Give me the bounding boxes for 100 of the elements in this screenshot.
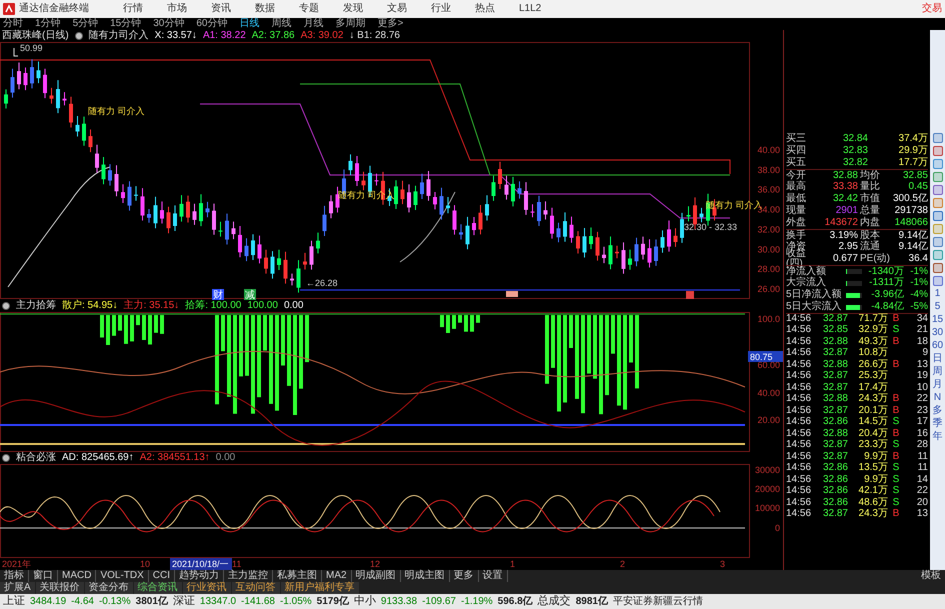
trade-side: S — [892, 474, 900, 485]
tick-volume: 20.4万 — [858, 428, 888, 439]
quote-value: 0.677 — [832, 254, 858, 264]
extension-tab[interactable]: 行业资讯 — [182, 582, 231, 594]
quote-value: 148066 — [894, 218, 928, 228]
period-button[interactable]: 日 — [932, 354, 942, 364]
index-percent: -0.13% — [98, 596, 131, 606]
stock-title: 西藏珠峰(日线) — [2, 31, 69, 41]
menu-item[interactable]: 热点 — [475, 4, 495, 14]
histogram-bar — [569, 315, 573, 348]
extension-tab[interactable]: 扩展A — [0, 582, 35, 594]
period-button[interactable]: 月 — [932, 380, 942, 390]
index-value: 3484.19 — [30, 596, 66, 606]
period-tab[interactable]: 分时 — [3, 19, 23, 29]
period-button[interactable]: 5 — [934, 302, 940, 312]
period-tab[interactable]: 5分钟 — [72, 19, 98, 29]
quote-value: -5% — [909, 302, 928, 312]
extension-tab[interactable]: 综合资讯 — [134, 582, 182, 594]
extension-tab[interactable]: 互动问答 — [232, 582, 280, 594]
date-label: 2021年 — [2, 559, 32, 569]
index-change: -4.64 — [71, 596, 94, 606]
quote-value: 32.83 — [842, 146, 868, 156]
period-tab[interactable]: 60分钟 — [196, 19, 228, 29]
histogram-bar — [148, 315, 152, 344]
quote-value: 32.85 — [902, 170, 928, 180]
menu-item[interactable]: 市场 — [167, 4, 187, 14]
period-button[interactable]: N — [934, 393, 942, 403]
tick-count: 22 — [916, 394, 928, 404]
tick-price: 32.87 — [822, 371, 848, 382]
price-label: ←26.28 — [306, 278, 338, 288]
period-tab[interactable]: 1分钟 — [35, 19, 61, 29]
period-button[interactable]: 季 — [932, 419, 942, 429]
settings-icon[interactable] — [74, 32, 83, 40]
tick-volume: 17.4万 — [858, 382, 888, 393]
quote-value: 2901 — [834, 206, 858, 216]
tick-count: 28 — [916, 440, 928, 450]
menu-item[interactable]: 专题 — [299, 4, 319, 14]
tick-count: 21 — [916, 325, 928, 336]
quote-value: -4% — [909, 290, 928, 300]
tick-time: 14:56 — [786, 498, 812, 508]
tick-price: 32.87 — [822, 314, 848, 324]
period-tab[interactable]: 30分钟 — [153, 19, 184, 29]
menu-item[interactable]: 发现 — [343, 4, 363, 14]
settings-icon[interactable] — [2, 454, 10, 462]
curve-line — [400, 192, 456, 262]
axis-label: 40.00 — [757, 388, 780, 398]
histogram-bar — [305, 315, 309, 362]
period-tab[interactable]: 周线 — [272, 19, 292, 29]
tick-time: 14:56 — [786, 394, 812, 404]
period-button[interactable]: 60 — [932, 341, 944, 351]
menu-item[interactable]: 行业 — [431, 4, 451, 14]
date-label: 3 — [720, 559, 726, 569]
axis-label: 20.00 — [757, 415, 780, 425]
tick-count: 23 — [916, 406, 928, 416]
period-tab[interactable]: 15分钟 — [110, 19, 142, 29]
indicator-reading: X: 33.57↓ — [154, 31, 197, 41]
extension-tab[interactable]: 资金分布 — [84, 582, 133, 594]
quote-value: 0.45 — [908, 182, 928, 192]
histogram-bar — [154, 315, 158, 333]
period-button[interactable]: 1 — [934, 289, 940, 299]
quote-label: 外盘 — [786, 218, 807, 228]
extension-tab[interactable]: 新用户福利专享 — [280, 582, 359, 594]
menu-item[interactable]: L1L2 — [519, 4, 542, 14]
price-label: 50.99 — [20, 43, 43, 53]
period-button[interactable]: 15 — [932, 315, 944, 325]
period-button[interactable]: 多 — [932, 406, 942, 416]
template-button[interactable]: 模板 — [917, 571, 945, 581]
period-tab[interactable]: 月线 — [304, 19, 324, 29]
indicator-reading: 0.00 — [284, 301, 304, 311]
quote-value: 32.82 — [842, 158, 868, 168]
tick-count: 20 — [916, 498, 928, 508]
trade-button[interactable]: 交易 — [922, 4, 942, 14]
menu-item[interactable]: 资讯 — [211, 4, 231, 14]
extension-tab[interactable]: 关联报价 — [36, 582, 84, 594]
indicator-reading: 拾筹: 100.00 — [185, 301, 242, 311]
quote-label: 5日大宗流入 — [786, 302, 843, 312]
tick-volume: 13.5万 — [858, 463, 888, 474]
trade-side: B — [892, 428, 900, 439]
period-button[interactable]: 年 — [932, 432, 942, 442]
tick-volume: 10.8万 — [858, 348, 888, 358]
period-tab[interactable]: 日线 — [240, 19, 260, 29]
menu-item[interactable]: 行情 — [123, 4, 143, 14]
indicator-reading: 0.00 — [216, 453, 236, 463]
date-label: 2 — [620, 559, 626, 569]
quote-value: 143672 — [824, 218, 858, 228]
histogram-bar — [263, 315, 267, 351]
settings-icon[interactable] — [2, 302, 10, 310]
axis-label: 36.00 — [757, 184, 780, 195]
period-button[interactable]: 周 — [932, 367, 942, 377]
histogram-bar — [130, 315, 134, 342]
period-button[interactable]: 30 — [932, 328, 944, 338]
quote-value: -1% — [909, 266, 928, 276]
tick-volume: 25.3万 — [858, 371, 888, 382]
menu-item[interactable]: 文易 — [387, 4, 407, 14]
tick-volume: 42.1万 — [858, 486, 888, 496]
broker-name: 平安证券新疆云行情 — [612, 596, 703, 606]
menu-item[interactable]: 数据 — [255, 4, 275, 14]
period-tab[interactable]: 多周期 — [336, 19, 366, 29]
period-tab[interactable]: 更多> — [378, 19, 404, 29]
tick-count: 10 — [916, 382, 928, 393]
